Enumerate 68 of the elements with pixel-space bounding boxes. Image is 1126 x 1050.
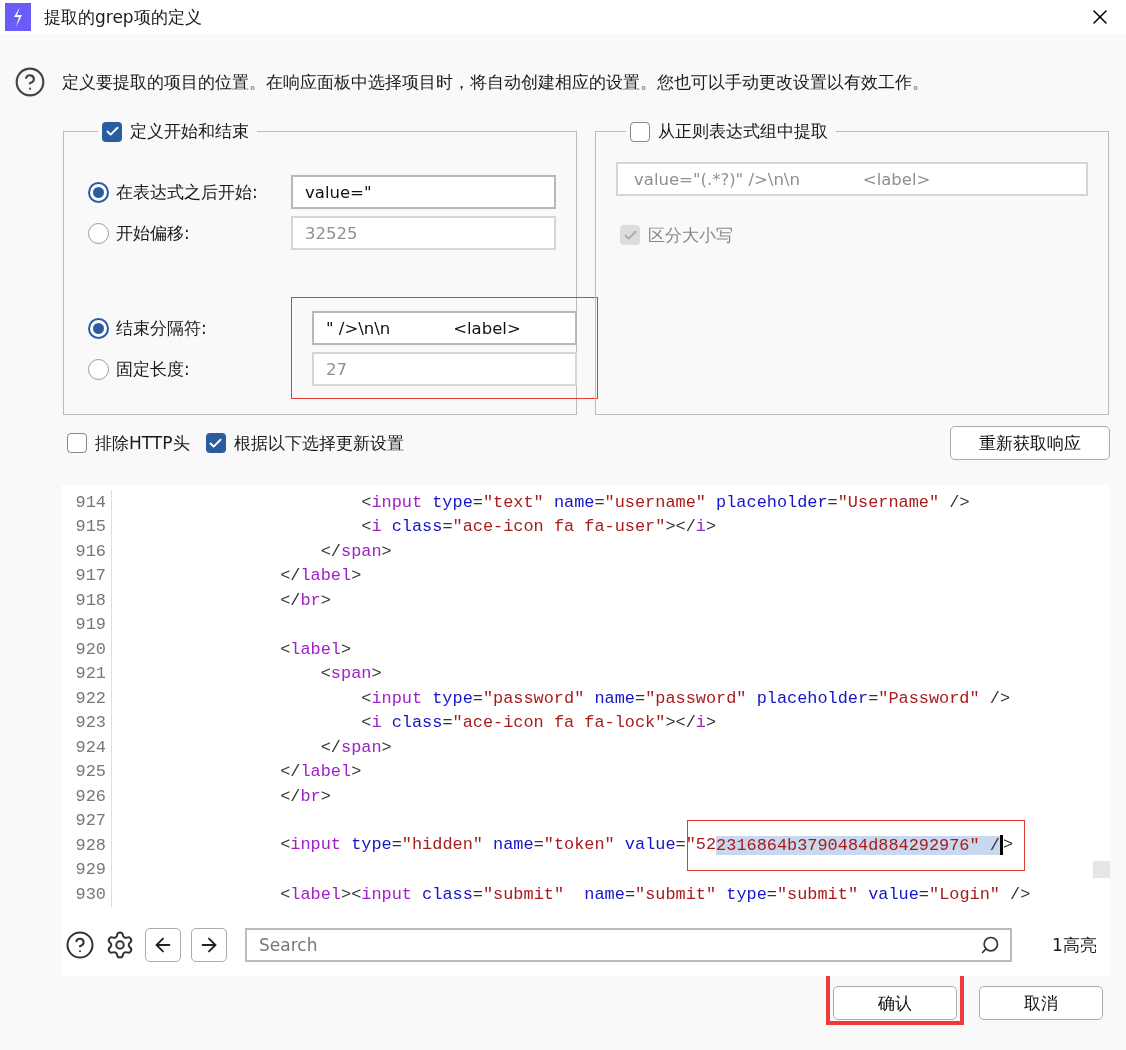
code-line: <i class="ace-icon fa fa-lock"></i> — [360, 713, 717, 733]
code-line: <label> — [279, 639, 352, 659]
line-number: 926 — [62, 784, 112, 809]
code-line: <span> — [319, 664, 382, 684]
line-number: 928 — [62, 833, 112, 858]
line-number: 924 — [62, 735, 112, 760]
radio-button[interactable] — [88, 317, 109, 339]
line-number: 927 — [62, 808, 112, 833]
text-field[interactable]: value=" — [291, 175, 556, 209]
intro-text: 定义要提取的项目的位置。在响应面板中选择项目时，将自动创建相应的设置。您也可以手动更改设置以有效工作。 — [62, 71, 929, 94]
line-number: 925 — [62, 759, 112, 784]
line-number: 919 — [62, 612, 112, 637]
checkbox[interactable] — [102, 121, 122, 142]
settings-icon[interactable] — [105, 930, 135, 960]
scrollbar-thumb[interactable] — [1093, 861, 1110, 878]
code-line: <input type="text" name="username" placeholder="Username" /> — [360, 492, 970, 512]
radio-button[interactable] — [88, 181, 109, 203]
help-icon[interactable] — [14, 66, 46, 98]
code-line: </label> — [279, 566, 362, 586]
back-button[interactable] — [145, 928, 181, 962]
code-line: </label> — [279, 762, 362, 782]
line-number: 917 — [62, 563, 112, 588]
code-line: <input type="password" name="password" placeholder="Password" /> — [360, 688, 1011, 708]
group-title: 从正则表达式组中提取 — [658, 120, 828, 143]
code-line: </span> — [319, 737, 392, 757]
checkbox[interactable] — [620, 225, 640, 245]
line-number: 915 — [62, 514, 112, 539]
forward-button[interactable] — [191, 928, 227, 962]
dialog-button[interactable]: 取消 — [979, 986, 1103, 1020]
code-line: <input type="hidden" name="token" value="522316864b3790484d884292976" / > — [112, 835, 1014, 856]
checkbox-label: 排除HTTP头 — [95, 431, 190, 455]
line-number: 916 — [62, 539, 112, 564]
option-label: 结束分隔符: — [116, 316, 208, 340]
line-number: 921 — [62, 661, 112, 686]
checkbox-label: 根据以下选择更新设置 — [233, 431, 404, 455]
group-title: 定义开始和结束 — [130, 120, 249, 143]
search-field[interactable]: Search — [245, 928, 1012, 962]
code-line: </br> — [279, 590, 331, 610]
checkbox[interactable] — [205, 433, 226, 453]
option-label: 在表达式之后开始: — [116, 180, 259, 204]
code-line: <label><input class="submit" name="submit" type="submit" value="Login" /> — [279, 884, 1031, 904]
text-cursor — [999, 835, 1003, 856]
refetch-button[interactable]: 重新获取响应 — [950, 426, 1110, 460]
line-number: 929 — [62, 857, 112, 882]
checkbox[interactable] — [630, 121, 650, 142]
window-title: 提取的grep项的定义 — [44, 5, 203, 29]
line-number: 914 — [62, 490, 112, 515]
radio-button[interactable] — [88, 358, 109, 380]
code-line: </span> — [319, 541, 392, 561]
line-number: 918 — [62, 588, 112, 613]
dialog-button[interactable]: 确认 — [833, 986, 957, 1020]
app-logo-icon — [5, 3, 31, 31]
line-number: 920 — [62, 637, 112, 662]
line-number: 923 — [62, 710, 112, 735]
radio-button[interactable] — [88, 222, 109, 244]
check-icon — [104, 124, 120, 139]
help-icon[interactable] — [65, 930, 95, 960]
match-count: 1高亮 — [1052, 933, 1097, 957]
checkbox-label: 区分大小写 — [648, 223, 733, 247]
code-line: <i class="ace-icon fa fa-user"></i> — [360, 517, 717, 537]
text-field[interactable]: " />\n\n <label> — [312, 311, 577, 345]
checkbox[interactable] — [67, 433, 87, 453]
option-label: 固定长度: — [116, 357, 191, 381]
option-label: 开始偏移: — [116, 221, 191, 245]
code-line: </br> — [279, 786, 331, 806]
line-number: 922 — [62, 686, 112, 711]
search-icon[interactable] — [980, 935, 1000, 955]
line-number: 930 — [62, 882, 112, 907]
